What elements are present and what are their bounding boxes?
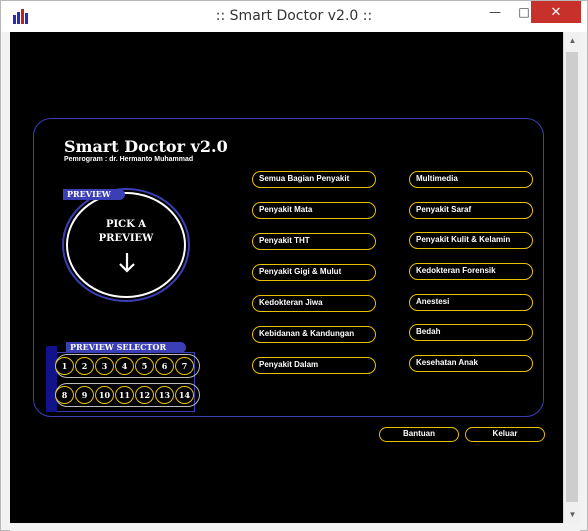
menu-semua-bagian-penyakit[interactable]: Semua Bagian Penyakit (252, 171, 376, 188)
minimize-button[interactable]: — (481, 1, 509, 23)
preview-9-button[interactable]: 9 (75, 386, 94, 404)
scroll-thumb[interactable] (566, 52, 578, 502)
preview-13-button[interactable]: 13 (155, 386, 174, 404)
menu-penyakit-mata[interactable]: Penyakit Mata (252, 202, 376, 219)
preview-10-button[interactable]: 10 (95, 386, 114, 404)
menu-multimedia[interactable]: Multimedia (409, 171, 533, 188)
preview-5-button[interactable]: 5 (135, 357, 154, 375)
menu-penyakit-saraf[interactable]: Penyakit Saraf (409, 202, 533, 219)
vertical-scrollbar[interactable]: ▲ ▼ (563, 32, 580, 523)
preview-6-button[interactable]: 6 (155, 357, 174, 375)
close-button[interactable]: ✕ (531, 1, 581, 23)
app-title: Smart Doctor v2.0 (64, 137, 228, 156)
app-author: Pemrogram : dr. Hermanto Muhammad (64, 156, 194, 163)
menu-kesehatan-anak[interactable]: Kesehatan Anak (409, 355, 533, 372)
exit-button[interactable]: Keluar (465, 427, 545, 442)
menu-kebidanan-kandungan[interactable]: Kebidanan & Kandungan (252, 326, 376, 343)
help-button[interactable]: Bantuan (379, 427, 459, 442)
preview-7-button[interactable]: 7 (175, 357, 194, 375)
scroll-up-icon[interactable]: ▲ (564, 32, 581, 49)
preview-tag: PREVIEW (63, 189, 125, 200)
menu-kedokteran-forensik[interactable]: Kedokteran Forensik (409, 263, 533, 280)
preview-2-button[interactable]: 2 (75, 357, 94, 375)
menu-penyakit-gigi-mulut[interactable]: Penyakit Gigi & Mulut (252, 264, 376, 281)
bottom-strip (10, 523, 580, 531)
menu-anestesi[interactable]: Anestesi (409, 294, 533, 311)
arrow-down-icon (119, 253, 135, 273)
preview-14-button[interactable]: 14 (175, 386, 194, 404)
pick-line-1: PICK A (105, 219, 147, 230)
scroll-down-icon[interactable]: ▼ (564, 506, 581, 523)
pick-line-2: PREVIEW (98, 233, 154, 244)
menu-bedah[interactable]: Bedah (409, 324, 533, 341)
preview-3-button[interactable]: 3 (95, 357, 114, 375)
selector-row-2: 8 9 10 11 12 13 14 (55, 386, 194, 404)
preview-4-button[interactable]: 4 (115, 357, 134, 375)
menu-penyakit-dalam[interactable]: Penyakit Dalam (252, 357, 376, 374)
preview-11-button[interactable]: 11 (115, 386, 134, 404)
menu-penyakit-tht[interactable]: Penyakit THT (252, 233, 376, 250)
selector-row-1: 1 2 3 4 5 6 7 (55, 357, 194, 375)
preview-selector-tag: PREVIEW SELECTOR (66, 342, 186, 353)
pick-preview-text: PICK A PREVIEW (66, 218, 186, 246)
preview-8-button[interactable]: 8 (55, 386, 74, 404)
title-bar: :: Smart Doctor v2.0 :: — □ ✕ (1, 1, 587, 32)
preview-12-button[interactable]: 12 (135, 386, 154, 404)
preview-1-button[interactable]: 1 (55, 357, 74, 375)
menu-penyakit-kulit-kelamin[interactable]: Penyakit Kulit & Kelamin (409, 232, 533, 249)
menu-kedokteran-jiwa[interactable]: Kedokteran Jiwa (252, 295, 376, 312)
